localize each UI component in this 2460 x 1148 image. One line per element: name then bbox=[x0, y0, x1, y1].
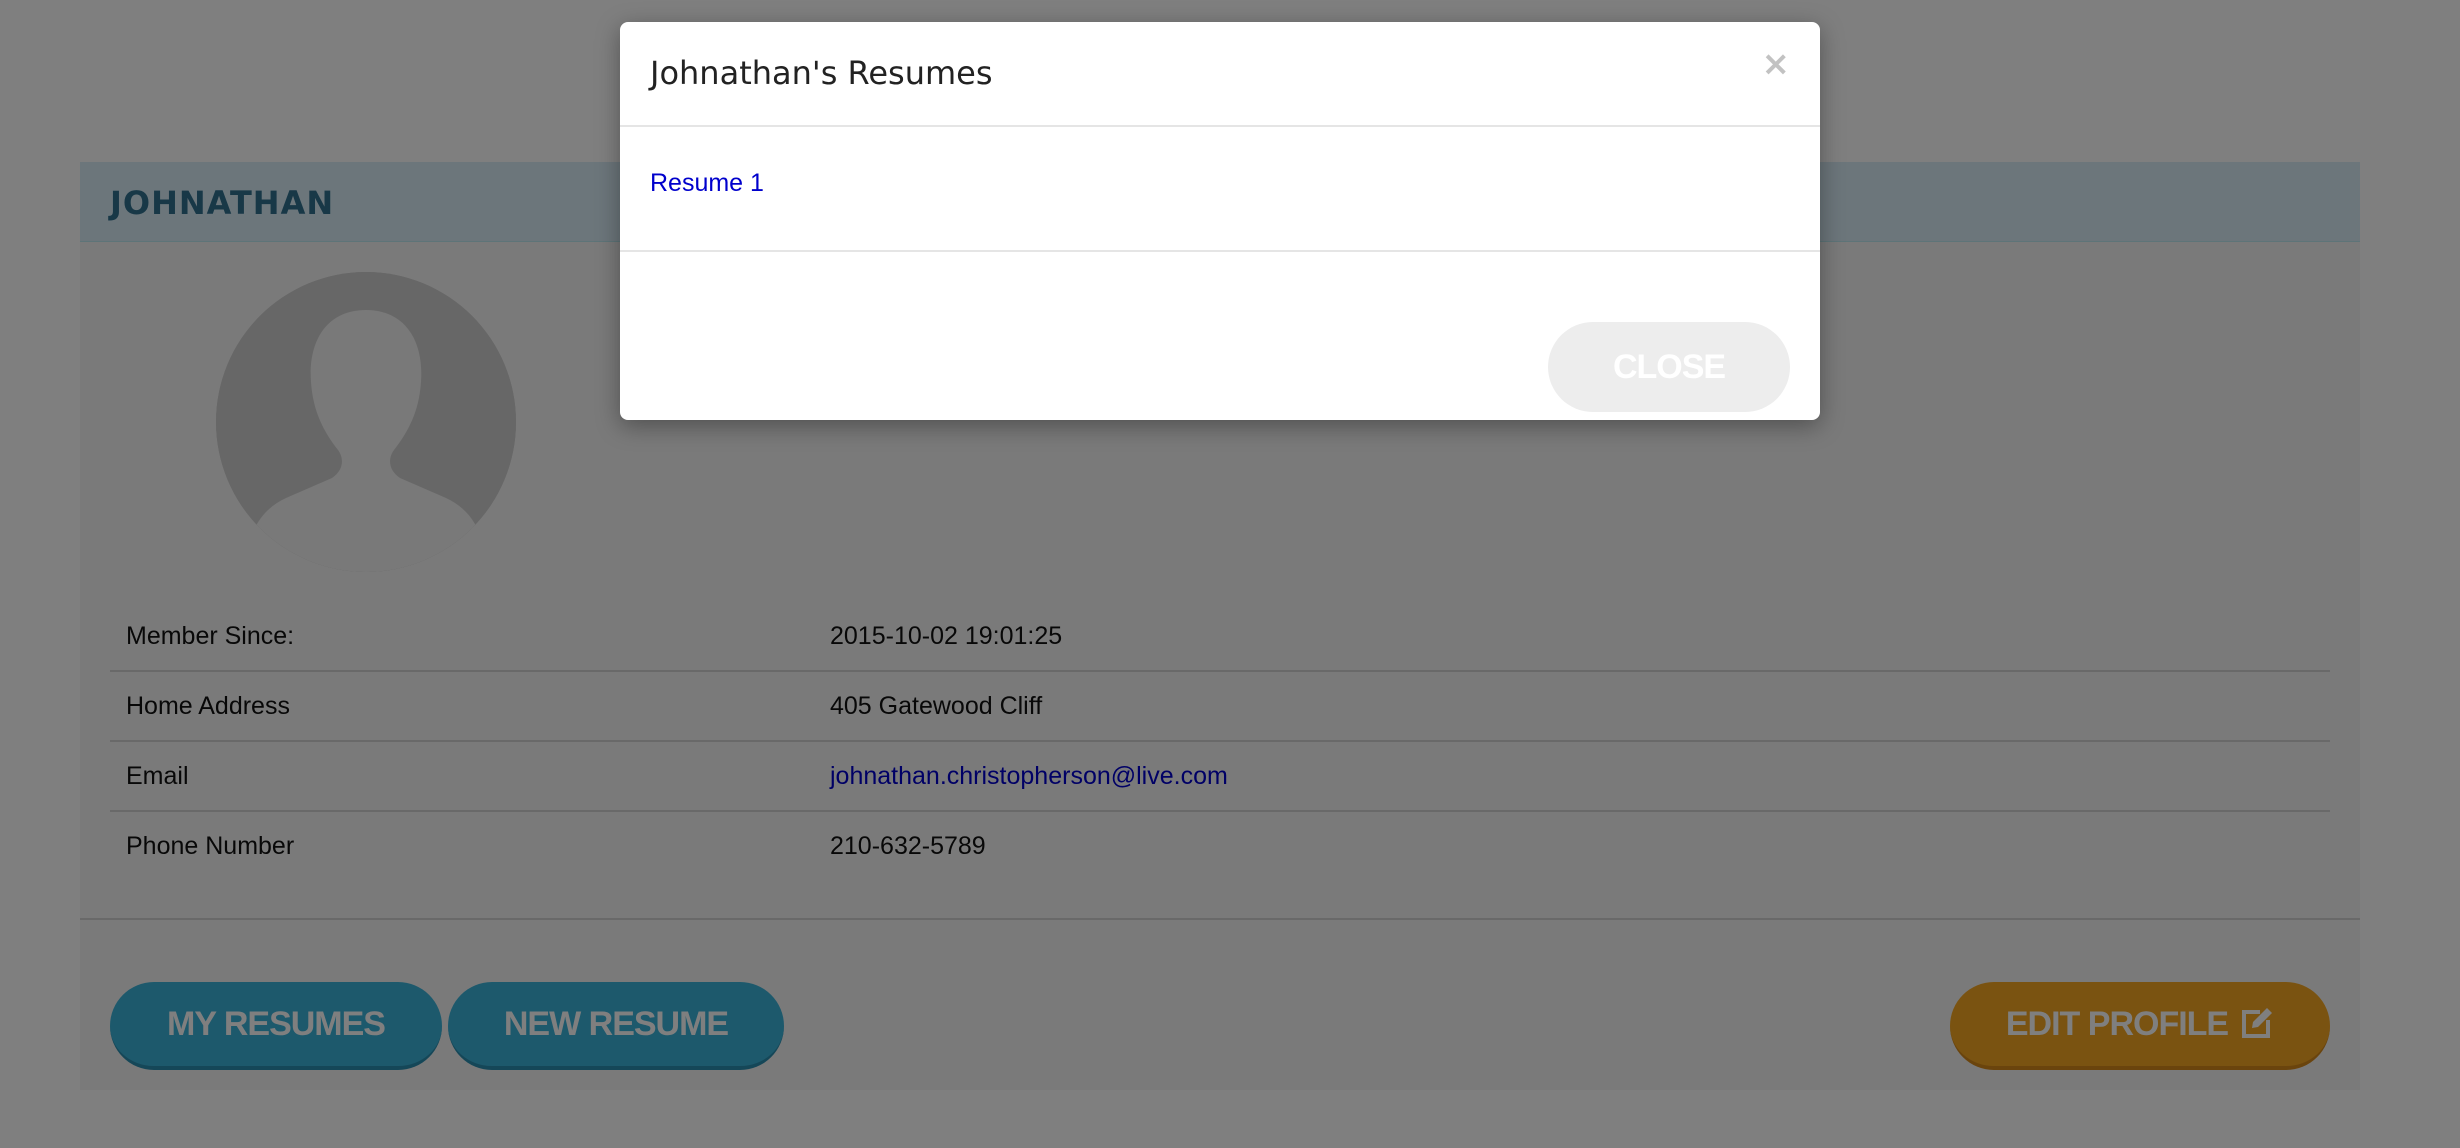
resume-link[interactable]: Resume 1 bbox=[650, 169, 764, 198]
resumes-modal: Johnathan's Resumes × Resume 1 CLOSE bbox=[620, 22, 1820, 420]
modal-body: Resume 1 bbox=[620, 127, 1820, 252]
close-button[interactable]: CLOSE bbox=[1548, 322, 1790, 412]
close-button-label: CLOSE bbox=[1612, 347, 1726, 386]
close-icon[interactable]: × bbox=[1762, 44, 1791, 84]
modal-header: Johnathan's Resumes × bbox=[620, 22, 1820, 127]
modal-title: Johnathan's Resumes bbox=[650, 54, 993, 92]
modal-footer: CLOSE bbox=[620, 252, 1820, 420]
